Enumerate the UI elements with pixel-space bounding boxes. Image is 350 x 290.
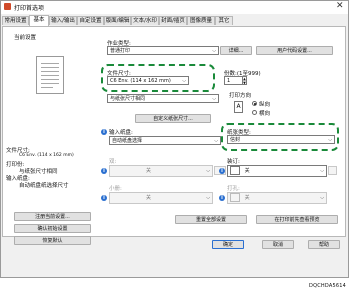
duplex-select: 关 ⌵ <box>109 165 213 177</box>
tab-basic[interactable]: 基本 <box>29 15 49 26</box>
chevron-down-icon: ⌵ <box>212 96 216 102</box>
orientation-portrait-radio[interactable] <box>252 101 257 106</box>
copies-input[interactable]: 1 <box>224 76 243 85</box>
register-settings-button[interactable]: 注册当前设置... <box>14 212 91 221</box>
staple-label: 装订: <box>227 159 240 165</box>
summary-tray-value: 自动纸盘纸选择尺寸 <box>19 183 69 189</box>
info-icon: i <box>101 195 107 201</box>
job-type-select[interactable]: 普通打印 ⌵ <box>107 46 219 55</box>
cancel-button[interactable]: 取消 <box>262 240 294 249</box>
staple-value: 关 <box>244 168 250 174</box>
booklet-label: 小册: <box>109 186 122 192</box>
document-size-select[interactable]: C6 Env. (114 x 162 mm) ⌵ <box>107 76 189 85</box>
staple-preview-icon <box>230 166 240 175</box>
ok-button[interactable]: 确定 <box>212 240 244 249</box>
input-tray-value: 自动纸盘选择 <box>112 138 143 144</box>
chevron-down-icon: ⌵ <box>320 168 324 174</box>
orientation-label: 打印方向 <box>229 93 252 99</box>
user-code-settings-button[interactable]: 用户代码设置... <box>256 46 333 55</box>
print-on-size-select[interactable]: 与纸张尺寸相同 ⌵ <box>107 94 219 103</box>
tab-input-output[interactable]: 输入/输出 <box>49 16 77 25</box>
restore-defaults-button[interactable]: 恢复默认 <box>14 236 91 245</box>
copies-value: 1 <box>227 78 231 84</box>
portrait-icon: A <box>234 101 243 113</box>
orientation-landscape-radio[interactable] <box>252 110 257 115</box>
tab-common-settings[interactable]: 常用设置 <box>2 16 29 25</box>
booklet-select: 关 ⌵ <box>109 192 213 204</box>
job-type-value: 普通打印 <box>110 48 131 54</box>
print-on-size-value: 与纸张尺寸相同 <box>110 96 146 102</box>
custom-paper-size-button[interactable]: 自定义纸张尺寸... <box>135 114 211 123</box>
page-preview <box>36 56 64 94</box>
chevron-down-icon: ⌵ <box>212 48 216 54</box>
booklet-value: 关 <box>146 195 152 201</box>
close-icon[interactable]: ✕ <box>336 1 344 12</box>
chevron-down-icon: ⌵ <box>206 168 210 174</box>
disabled-duplex-label: 双: <box>109 159 117 165</box>
input-tray-label: 输入纸盘: <box>109 130 133 136</box>
punch-select: 关 ⌵ <box>227 192 327 204</box>
info-icon: i <box>219 168 225 174</box>
staple-settings-button[interactable] <box>328 166 337 175</box>
tab-custom-settings[interactable]: 自定设置 <box>77 16 104 25</box>
chevron-down-icon: ⌵ <box>182 78 186 84</box>
summary-doc-size-value: C6 Env. (114 x 162 mm) <box>19 153 74 158</box>
tab-layout-edit[interactable]: 版面/编辑 <box>104 16 131 25</box>
preview-before-print-button[interactable]: 在打印前先查看预览 <box>256 215 338 224</box>
orientation-portrait-label: 纵向 <box>259 102 271 108</box>
document-size-value: C6 Env. (114 x 162 mm) <box>110 78 171 84</box>
punch-value: 关 <box>244 195 250 201</box>
copies-stepper[interactable]: ▲ ▼ <box>243 76 247 85</box>
current-settings-heading: 当前设置 <box>14 35 37 41</box>
reset-all-settings-button[interactable]: 重置全部设置 <box>175 215 247 224</box>
punch-preview-icon <box>230 193 240 202</box>
duplex-value: 关 <box>146 168 152 174</box>
chevron-down-icon: ⌵ <box>206 195 210 201</box>
title-bar: 打印首选项 ✕ <box>1 1 348 14</box>
paper-type-value: 信封 <box>230 137 241 143</box>
chevron-down-icon: ⌵ <box>328 137 332 143</box>
confirm-initial-settings-button[interactable]: 确认初始设置 <box>14 224 91 233</box>
printer-icon <box>4 3 11 10</box>
info-icon: i <box>101 168 107 174</box>
figure-caption: DQCHDA5614 <box>309 283 346 289</box>
info-icon: i <box>219 195 225 201</box>
chevron-down-icon: ⌵ <box>320 195 324 201</box>
paper-type-select[interactable]: 信封 ⌵ <box>227 135 335 144</box>
input-tray-select[interactable]: 自动纸盘选择 ⌵ <box>109 136 221 145</box>
info-icon: i <box>101 129 107 135</box>
staple-select[interactable]: 关 ⌵ <box>227 165 327 177</box>
chevron-down-icon: ⌵ <box>214 138 218 144</box>
job-details-button[interactable]: 详细... <box>220 46 252 55</box>
help-button[interactable]: 帮助 <box>308 240 340 249</box>
window-title: 打印首选项 <box>14 5 45 12</box>
tab-image-quality[interactable]: 图像质量 <box>187 16 215 25</box>
tab-other[interactable]: 其它 <box>215 16 233 25</box>
punch-label: 打孔: <box>227 186 240 192</box>
tab-text-watermark[interactable]: 文本/水印 <box>131 16 159 25</box>
tab-cover-insert[interactable]: 封面/插页 <box>159 16 187 25</box>
orientation-landscape-label: 横向 <box>259 111 271 117</box>
